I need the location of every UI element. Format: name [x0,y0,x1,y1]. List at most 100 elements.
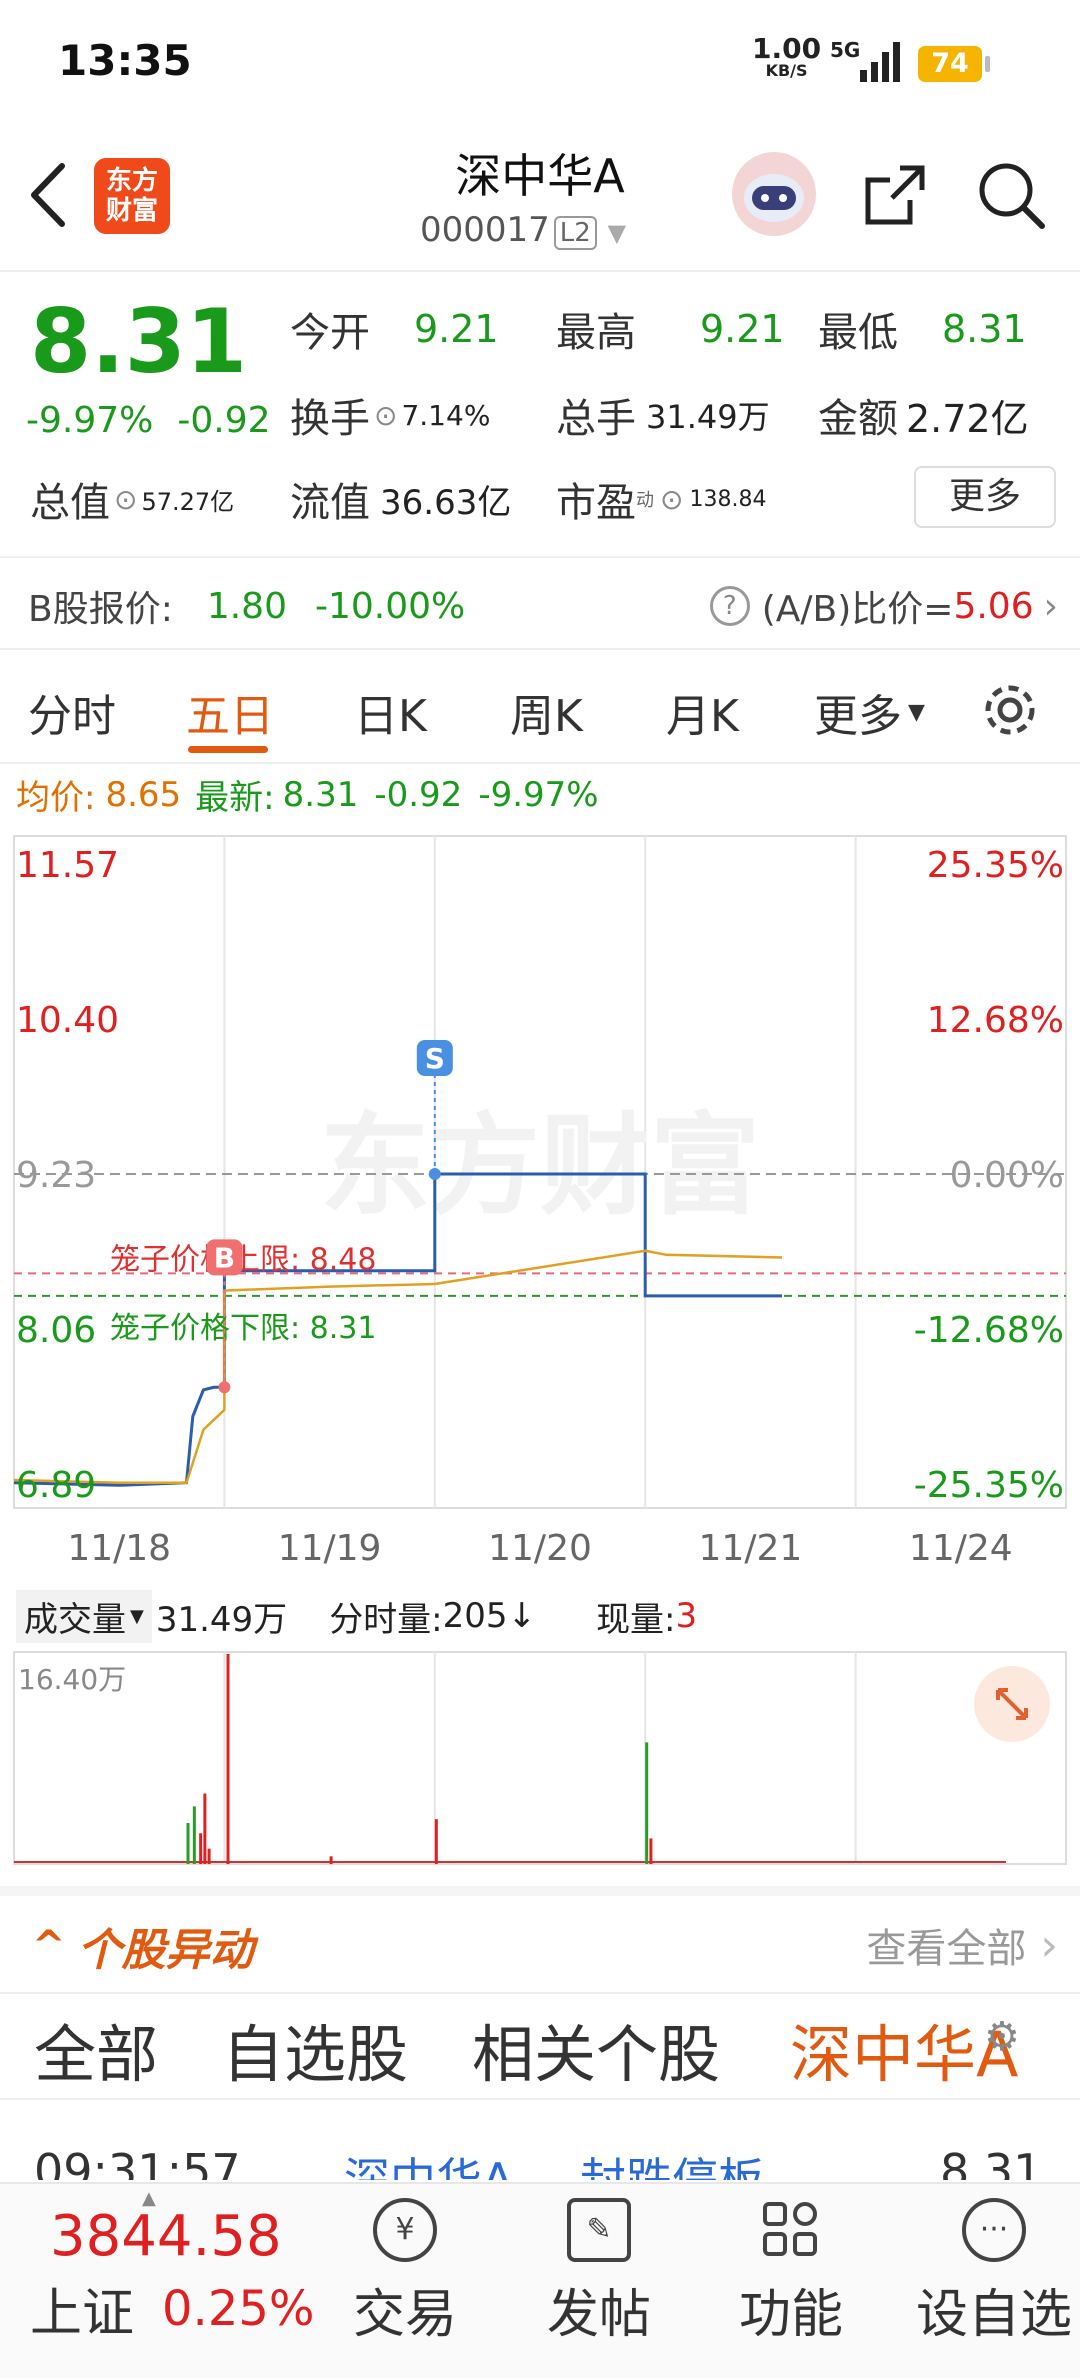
tab-five-day[interactable]: 五日 [186,680,274,744]
signal-icon [860,42,900,82]
change-pct: -9.97% [26,400,154,441]
index-pct: 0.25% [162,2280,315,2337]
stock-anomaly-header: ^ 个股异动 查看全部 › [0,1886,1080,1994]
robot-assistant-icon[interactable] [732,152,816,236]
buy-marker-label: B [214,1241,235,1274]
index-value: 3844.58 [50,2204,282,2269]
more-icon: ··· [962,2198,1026,2262]
sell-point [428,1168,441,1180]
more-quote-button[interactable]: 更多 [914,466,1056,528]
volume-bar [203,1793,207,1864]
add-watchlist-button[interactable]: ··· 设自选 [910,2198,1078,2347]
float-value: 36.63亿 [380,482,512,523]
tab-intraday[interactable]: 分时 [28,680,116,744]
gear-icon[interactable] [980,680,1040,740]
net-speed-value: 1.00 [752,32,822,65]
anomaly-title: 个股异动 [77,1925,254,1976]
open-field: 今开 9.21 [290,300,499,358]
low-field: 最低 8.31 [818,300,1027,358]
b-share-row[interactable]: B股报价: 1.80 -10.00% ? (A/B)比价= 5.06 › [0,556,1080,650]
down-arrow-icon: ↓ [507,1596,537,1636]
info-icon[interactable]: ⊙ [374,399,397,432]
period-volume-label: 分时量: [329,1599,443,1640]
y-right-tick: -25.35% [914,1465,1064,1506]
triangle-down-icon: ▼ [908,699,925,725]
x-tick-label: 11/19 [278,1528,382,1569]
network-icon: 5G [830,38,861,62]
volume-value: 31.49万 [646,398,770,436]
high-value: 9.21 [700,307,785,351]
y-right-tick: -12.68% [914,1310,1064,1351]
pe-label: 市盈 [556,480,636,526]
volume-total: 31.49万 [155,1599,288,1640]
volume-field: 总手 31.49万 [556,386,770,444]
volume-header: 成交量 ▼ 31.49万 分时量: 205 ↓ 现量: 3 [0,1586,1080,1646]
volume-selector[interactable]: 成交量 ▼ [16,1589,152,1643]
volume-bar [192,1806,196,1864]
buy-point [218,1381,231,1394]
level-badge: L2 [553,216,597,250]
amount-label: 金额 [818,396,898,442]
subtab-all[interactable]: 全部 [34,2004,158,2094]
pe-value: 138.84 [689,486,767,512]
tab-monthly-k[interactable]: 月K [666,680,739,744]
y-left-tick: 10.40 [16,1000,119,1041]
y-right-tick: 12.68% [927,1000,1064,1041]
expand-icon[interactable] [974,1666,1050,1742]
info-icon[interactable]: ⊙ [114,483,137,516]
chevron-right-icon: › [1040,1919,1058,1971]
b-share-label: B股报价: [28,589,173,630]
stock-code-row[interactable]: 000017 L2 ▼ [420,210,626,250]
turnover-field: 换手 ⊙ 7.14% [290,386,490,444]
x-tick-label: 11/21 [699,1528,803,1569]
anomaly-list-item[interactable]: 09:31:57 深中华A 封跌停板 8.31 [0,2130,1080,2180]
view-all-link[interactable]: 查看全部 › [866,1916,1058,1974]
y-left-tick: 11.57 [16,845,119,886]
tab-weekly-k[interactable]: 周K [510,680,583,744]
period-volume-value: 205 [442,1596,508,1636]
y-right-tick: 0.00% [950,1155,1064,1196]
open-value: 9.21 [414,307,499,351]
net-speed: 1.00 KB/S [752,32,822,82]
info-icon[interactable]: ⊙ [660,483,683,516]
yen-icon: ¥ [373,2198,437,2262]
index-widget[interactable]: ▲ 3844.58 上证 0.25% [30,2188,330,2346]
change-amt: -0.92 [177,400,271,441]
volume-chart[interactable] [0,1650,1080,1866]
pe-sup: 动 [636,490,654,511]
search-icon[interactable] [976,160,1046,230]
anomaly-title-row[interactable]: ^ 个股异动 [32,1914,254,1978]
x-tick-label: 11/18 [67,1528,171,1569]
chevron-up-icon: ^ [32,1923,66,1969]
five-day-chart[interactable]: 东方财富 11.57 10.40 9.23 8.06 6.89 25.35% 12.68% 0.… [0,834,1080,1514]
news-event: 封跌停板 [580,2153,764,2180]
help-icon[interactable]: ? [709,586,750,626]
tab-more[interactable]: 更多 ▼ [814,680,925,744]
subtab-watchlist[interactable]: 自选股 [222,2004,408,2094]
volume-bar [199,1833,203,1864]
avg-label: 均价: [16,778,96,818]
news-stock: 深中华A [344,2153,514,2180]
volume-bar [226,1654,230,1864]
tab-daily-k[interactable]: 日K [354,680,427,744]
y-left-tick: 6.89 [16,1465,96,1506]
sell-marker-label: S [425,1042,445,1075]
post-button[interactable]: ✎ 发帖 [524,2198,674,2347]
pe-field: 市盈 动 ⊙ 138.84 [556,470,766,528]
ab-ratio-label: (A/B)比价= [761,589,954,630]
header: 东方财富 深中华A 000017 L2 ▼ [0,120,1080,272]
y-left-tick: 9.23 [16,1155,96,1196]
latest-chg: -0.92 [374,774,463,815]
gear-icon[interactable]: ⚙ [984,2014,1020,2060]
b-share-change: -10.00% [314,585,466,627]
latest-label: 最新: [195,778,275,818]
turnover-value: 7.14% [401,398,491,432]
subtab-related[interactable]: 相关个股 [472,2004,720,2094]
share-icon[interactable] [860,160,930,230]
trade-button[interactable]: ¥ 交易 [330,2198,480,2347]
stock-code: 000017 [420,210,550,250]
float-label: 流值 [290,480,370,526]
price-change: -9.97% -0.92 [26,400,271,441]
add-watchlist-label: 设自选 [915,2285,1072,2345]
functions-button[interactable]: 功能 [716,2198,866,2347]
